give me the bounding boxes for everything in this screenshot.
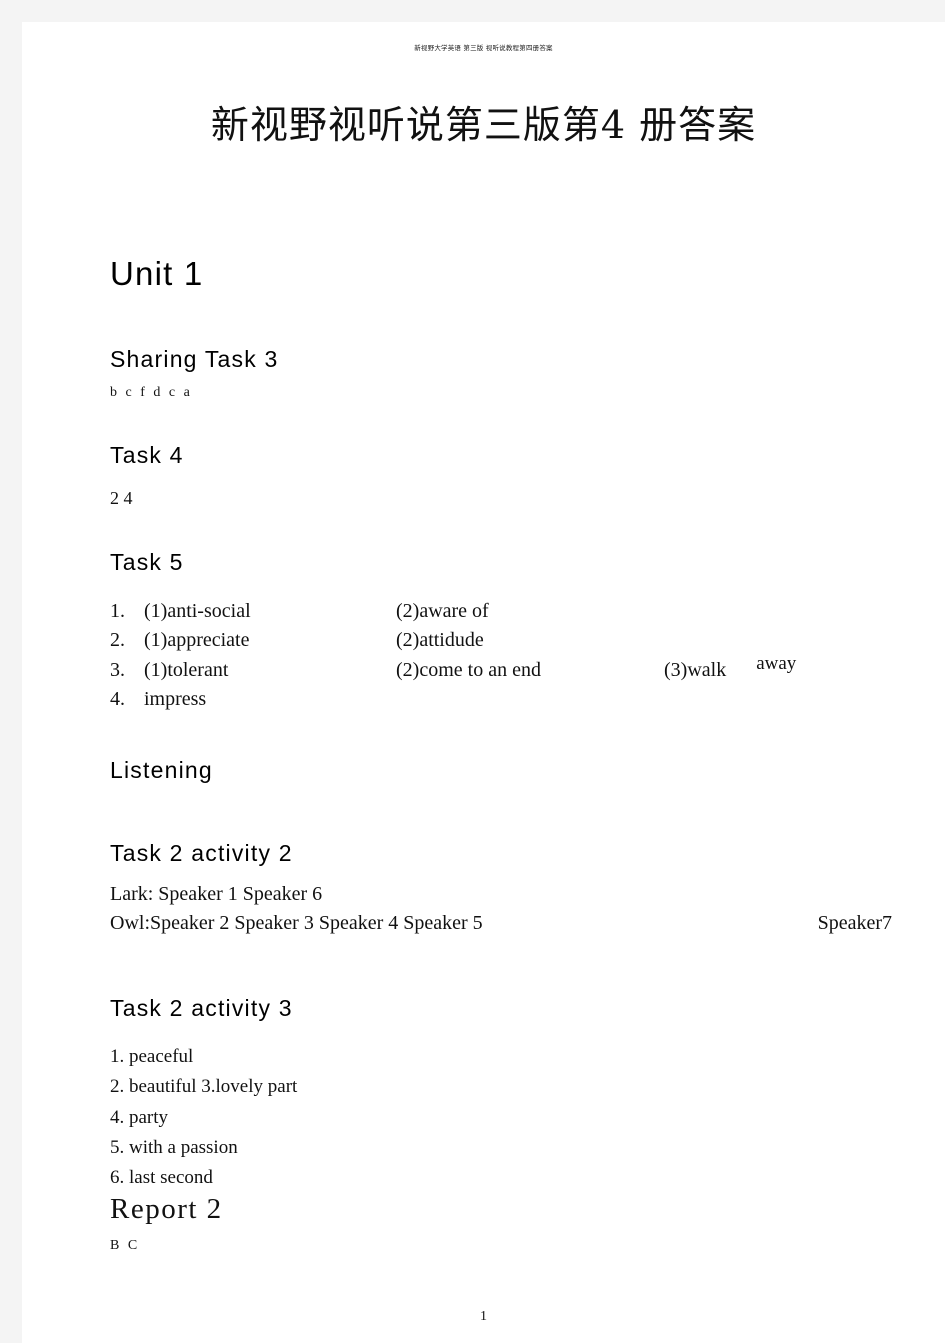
row-answer-1: impress	[144, 688, 207, 711]
section-heading-report-2: Report 2	[110, 1193, 223, 1226]
table-row: 4. impress	[110, 685, 910, 714]
answer-report-2: B C	[110, 1237, 140, 1253]
section-heading-listening: Listening	[110, 756, 213, 783]
row-answer-2: (2)aware of	[396, 600, 489, 623]
row-answer-2: (2)attidude	[396, 629, 484, 652]
document-page: 新视野大学英语 第三版 视听说教程第四册答案 新视野视听说第三版第4 册答案 U…	[22, 22, 945, 1343]
document-body: Unit 1 Sharing Task 3 b c f d c a Task 4…	[110, 255, 910, 1253]
table-row: 3. (1)tolerant (2)come to an end (3)walk…	[110, 653, 910, 685]
section-heading-task-5: Task 5	[110, 549, 184, 576]
list-item: 2. beautiful 3.lovely part	[110, 1076, 298, 1098]
row-number: 1.	[110, 600, 125, 623]
answer-sharing-task-3: b c f d c a	[110, 384, 193, 400]
row-answer-1: (1)anti-social	[144, 600, 251, 623]
owl-speakers-line: Owl:Speaker 2 Speaker 3 Speaker 4 Speake…	[110, 909, 910, 938]
table-row: 1. (1)anti-social (2)aware of	[110, 597, 910, 626]
row-number: 4.	[110, 688, 125, 711]
unit-heading: Unit 1	[110, 255, 204, 292]
row-number: 2.	[110, 629, 125, 652]
list-item: 1. peaceful	[110, 1046, 194, 1068]
row-answer-1: (1)tolerant	[144, 658, 229, 681]
lark-speakers-line: Lark: Speaker 1 Speaker 6	[110, 882, 323, 905]
list-item: 6. last second	[110, 1167, 213, 1189]
document-title: 新视野视听说第三版第4 册答案	[210, 103, 757, 147]
owl-speakers-extra: Speaker7	[817, 912, 892, 935]
row-answer-3-continued: away	[756, 652, 797, 674]
list-item: 5. with a passion	[110, 1136, 238, 1158]
section-heading-sharing-task-3: Sharing Task 3	[110, 346, 279, 373]
running-head: 新视野大学英语 第三版 视听说教程第四册答案	[414, 44, 553, 52]
section-heading-task-2-activity-3: Task 2 activity 3	[110, 994, 293, 1021]
row-number: 3.	[110, 658, 125, 681]
answer-task-4: 2 4	[110, 488, 133, 509]
row-answer-3: (3)walk	[664, 658, 727, 681]
row-answer-1: (1)appreciate	[144, 629, 250, 652]
section-heading-task-2-activity-2: Task 2 activity 2	[110, 840, 293, 867]
row-answer-2: (2)come to an end	[396, 658, 541, 681]
page-number: 1	[480, 1309, 487, 1324]
section-heading-task-4: Task 4	[110, 441, 184, 468]
owl-speakers-text: Owl:Speaker 2 Speaker 3 Speaker 4 Speake…	[110, 912, 483, 935]
list-item: 4. party	[110, 1106, 169, 1128]
